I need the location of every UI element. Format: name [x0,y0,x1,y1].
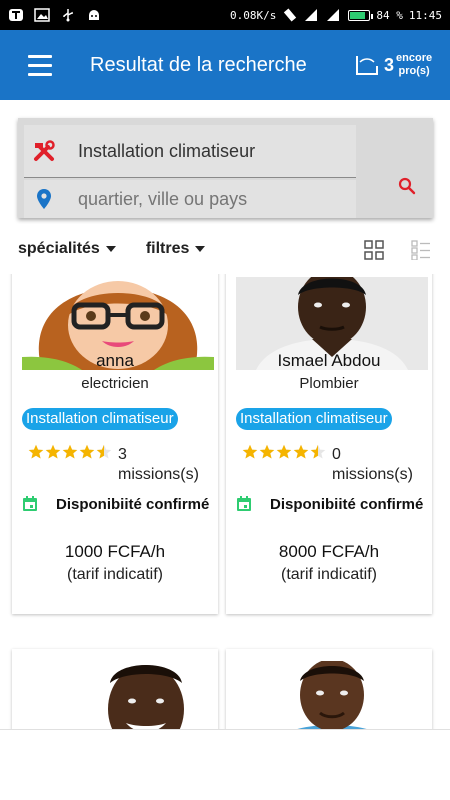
grid-view-icon[interactable] [364,240,384,260]
hourly-rate: 1000 FCFA/h [64,542,166,561]
star-full-icon [293,444,309,459]
avatar [22,661,214,729]
app-bar: Resultat de la recherche 3 encore pro(s) [0,30,450,100]
search-panel: Installation climatiseur [18,118,433,218]
clock: 11:45 [408,8,442,22]
location-input[interactable] [64,188,334,210]
availability-text: Disponibiité confirmé [270,496,424,513]
rating-stars [28,444,112,460]
availability-status: Disponibiité confirmé [22,494,218,515]
credit-indicator[interactable]: 3 encore pro(s) [350,30,450,100]
status-bar: 0.08K/s 84 % 11:45 [0,0,450,30]
android-icon [89,10,99,20]
missions-number: 0 [332,446,341,463]
search-button[interactable] [395,174,419,198]
calendar-icon [237,496,251,511]
star-half-icon [310,444,326,459]
menu-button[interactable] [0,30,80,100]
credit-count: 3 [384,54,395,75]
professional-card[interactable]: anna electricien Installation climatiseu… [12,274,218,614]
location-pin-icon [24,188,64,210]
professional-name: Ismael Abdou [277,351,381,370]
professional-card[interactable] [12,649,218,729]
credit-label-line1: encore [396,52,433,64]
rate-note: (tarif indicatif) [280,566,378,583]
hourly-rate: 8000 FCFA/h [278,542,380,561]
professional-role: Plombier [299,375,359,392]
star-full-icon [62,444,78,459]
missions-count: 0 missions(s) [332,445,413,485]
filters-dropdown[interactable]: filtres [146,240,206,258]
professional-role: electricien [81,375,149,392]
star-full-icon [28,444,44,459]
specialty-value: Installation climatiseur [78,140,256,161]
network-speed: 0.08K/s [230,8,277,22]
bottom-area [0,730,450,800]
availability-text: Disponibiité confirmé [56,496,210,513]
star-full-icon [242,444,258,459]
caret-down-icon [195,246,206,252]
filter-bar: spécialités filtres [0,224,450,274]
star-full-icon [45,444,61,459]
usb-icon [63,9,73,22]
rate-note: (tarif indicatif) [66,566,164,583]
star-full-icon [276,444,292,459]
caret-down-icon [105,246,116,252]
search-icon [398,177,416,195]
location-field[interactable] [24,180,356,218]
battery-percent: 84 % [376,8,403,22]
specialties-dropdown[interactable]: spécialités [18,240,116,258]
specialties-label: spécialités [18,240,100,257]
professional-card[interactable]: Ismael Abdou Plombier Installation clima… [226,274,432,614]
results-grid: anna electricien Installation climatiseu… [0,274,450,729]
availability-status: Disponibiité confirmé [236,494,432,515]
professional-name: anna [96,351,134,370]
filters-label: filtres [145,240,190,257]
calendar-icon [23,496,37,511]
battery-icon [348,9,374,21]
credit-label: encore pro(s) [396,52,432,78]
missions-label: missions(s) [332,466,413,483]
signal-icon [305,9,318,21]
avatar [236,661,428,729]
missions-number: 3 [118,446,127,463]
list-view-icon[interactable] [411,240,431,260]
specialty-badge: Installation climatiseur [22,408,178,430]
wifi-signal-icon [327,9,340,21]
star-half-icon [96,444,112,459]
image-icon [34,8,50,22]
vibrate-icon [284,8,297,22]
app-notification-icon [9,9,23,21]
rating-stars [242,444,326,460]
professional-card[interactable] [226,649,432,729]
specialty-badge: Installation climatiseur [236,408,392,430]
missions-label: missions(s) [118,466,199,483]
tools-icon [24,140,64,162]
hamburger-icon [28,52,52,79]
missions-count: 3 missions(s) [118,445,199,485]
wallet-icon [356,56,378,75]
star-full-icon [259,444,275,459]
star-full-icon [79,444,95,459]
specialty-field[interactable]: Installation climatiseur [24,125,356,178]
credit-label-line2: pro(s) [398,65,430,77]
